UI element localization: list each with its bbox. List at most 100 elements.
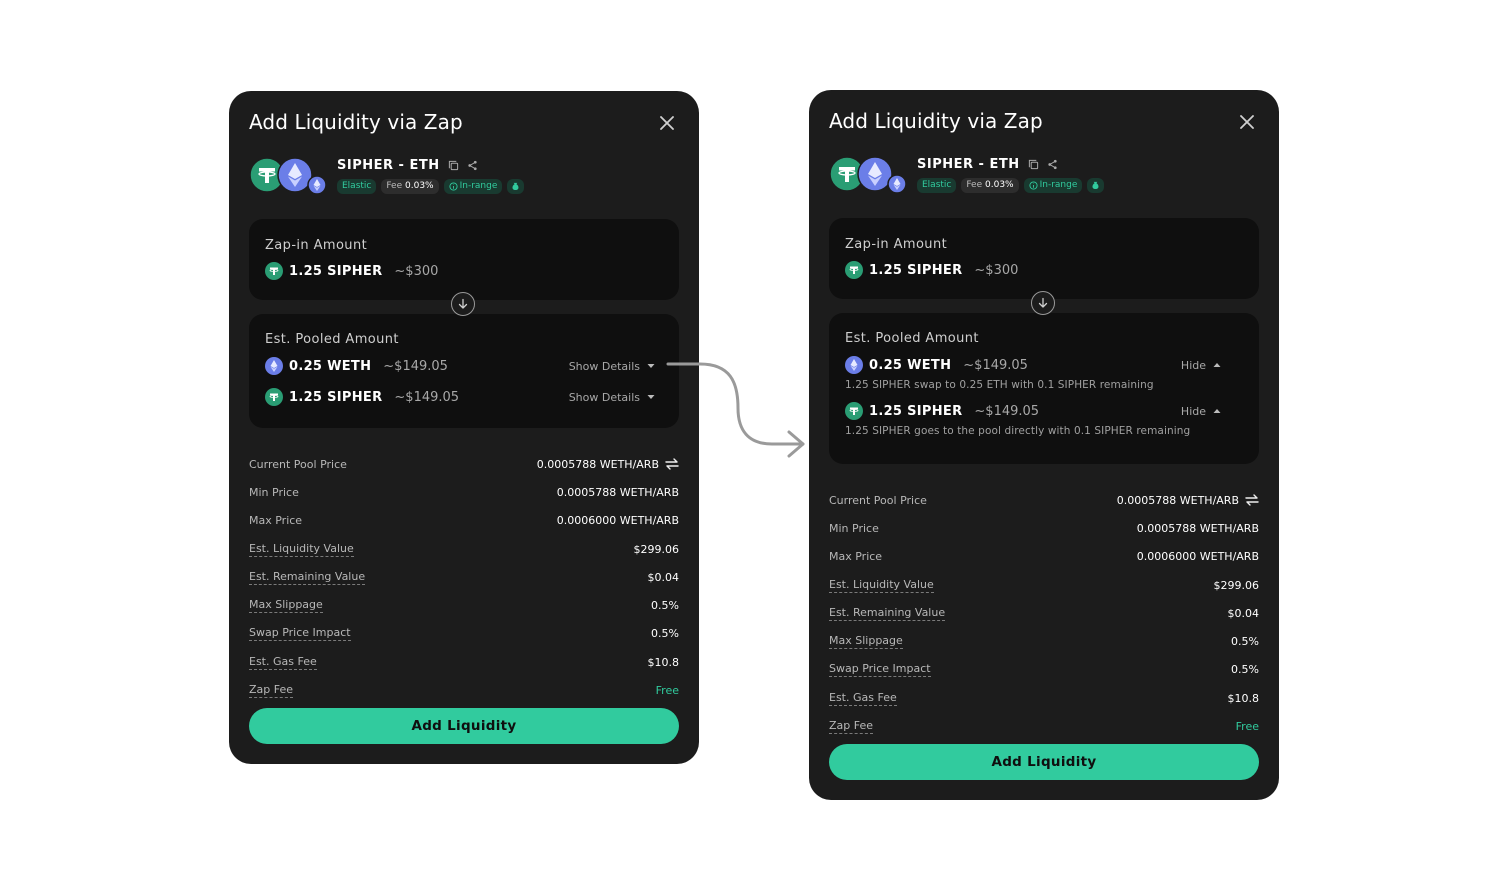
eth-network-icon [307, 175, 327, 195]
pooled-card: Est. Pooled Amount 0.25 WETH ~$149.05 Hi… [829, 313, 1259, 464]
zap-in-amount: 1.25 SIPHER [869, 262, 963, 278]
in-range-badge: In-range [443, 179, 503, 194]
zap-in-card: Zap-in Amount 1.25 SIPHER ~$300 [829, 218, 1259, 299]
sipher-icon [265, 262, 283, 280]
zap-in-usd: ~$300 [394, 263, 439, 279]
farm-badge [1087, 178, 1105, 193]
sipher-icon [845, 402, 863, 420]
pooled-row-sipher: 1.25 SIPHER ~$149.05 Show Details [265, 388, 663, 406]
caret-up-icon [1213, 409, 1221, 413]
show-details-toggle[interactable]: Show Details [569, 360, 655, 373]
pooled-label: Est. Pooled Amount [265, 332, 399, 347]
pooled-amount-weth: 0.25 WETH [869, 357, 952, 373]
info-row-remaining-value: Est. Remaining Value $0.04 [829, 605, 1259, 621]
info-list: Current Pool Price 0.0005788 WETH/ARB Mi… [829, 486, 1259, 741]
pair-name: SIPHER - ETH [917, 157, 1058, 172]
arrow-down-icon [1031, 291, 1055, 315]
farm-badge [507, 179, 525, 194]
share-icon[interactable] [1047, 159, 1058, 170]
zap-in-amount-row: 1.25 SIPHER ~$300 [265, 262, 663, 280]
swap-arrows-icon[interactable] [665, 458, 679, 470]
pooled-usd-weth: ~$149.05 [383, 358, 448, 374]
pair-badges: Elastic Fee 0.03% In-range [337, 179, 525, 194]
hide-details-toggle[interactable]: Hide [1181, 359, 1221, 372]
zap-in-label: Zap-in Amount [845, 237, 948, 252]
info-row-max-slippage: Max Slippage 0.5% [829, 634, 1259, 650]
pair-badges: Elastic Fee 0.03% In-range [917, 178, 1105, 193]
down-arrow-divider [249, 292, 679, 316]
pooled-usd-sipher: ~$149.05 [394, 389, 460, 405]
elastic-badge: Elastic [337, 179, 377, 194]
info-row-gas-fee: Est. Gas Fee $10.8 [249, 654, 679, 670]
money-bag-icon [512, 182, 519, 191]
money-bag-icon [1092, 181, 1099, 190]
info-row-max-price: Max Price 0.0006000 WETH/ARB [829, 550, 1259, 564]
zap-modal-collapsed: Add Liquidity via Zap SIPHER - ETH Elast… [229, 91, 699, 764]
share-icon[interactable] [467, 160, 478, 171]
pooled-row-sipher: 1.25 SIPHER ~$149.05 Hide [845, 402, 1243, 420]
info-row-max-slippage: Max Slippage 0.5% [249, 598, 679, 614]
pooled-amount-sipher: 1.25 SIPHER [869, 403, 963, 419]
add-liquidity-button[interactable]: Add Liquidity [829, 744, 1259, 780]
arrow-down-icon [451, 292, 475, 316]
info-row-gas-fee: Est. Gas Fee $10.8 [829, 690, 1259, 706]
fee-badge: Fee 0.03% [961, 178, 1019, 193]
modal-header: Add Liquidity via Zap [829, 90, 1259, 152]
down-arrow-divider [829, 291, 1259, 315]
close-icon[interactable] [1237, 112, 1257, 132]
modal-header: Add Liquidity via Zap [249, 91, 679, 153]
pair-name: SIPHER - ETH [337, 158, 478, 173]
info-row-max-price: Max Price 0.0006000 WETH/ARB [249, 514, 679, 528]
elastic-badge: Elastic [917, 178, 957, 193]
hide-details-toggle[interactable]: Hide [1181, 405, 1221, 418]
add-liquidity-button[interactable]: Add Liquidity [249, 708, 679, 744]
caret-up-icon [1213, 363, 1221, 367]
pooled-usd-sipher: ~$149.05 [974, 403, 1040, 419]
copy-icon[interactable] [448, 160, 459, 171]
modal-title: Add Liquidity via Zap [829, 109, 1043, 133]
fee-badge: Fee 0.03% [381, 179, 439, 194]
pair-name-text: SIPHER - ETH [917, 157, 1020, 172]
info-row-price-impact: Swap Price Impact 0.5% [829, 662, 1259, 678]
caret-down-icon [647, 364, 655, 368]
pooled-label: Est. Pooled Amount [845, 331, 979, 346]
info-row-liquidity-value: Est. Liquidity Value $299.06 [249, 541, 679, 557]
pooled-usd-weth: ~$149.05 [963, 357, 1028, 373]
caret-down-icon [647, 395, 655, 399]
zap-in-card: Zap-in Amount 1.25 SIPHER ~$300 [249, 219, 679, 300]
zap-in-usd: ~$300 [974, 262, 1019, 278]
close-icon[interactable] [657, 113, 677, 133]
modal-title: Add Liquidity via Zap [249, 110, 463, 134]
pair-token-icons [249, 157, 329, 195]
eth-icon [265, 357, 283, 375]
pooled-detail-sipher: 1.25 SIPHER goes to the pool directly wi… [845, 425, 1191, 437]
info-icon [1029, 181, 1038, 190]
pooled-amount-weth: 0.25 WETH [289, 358, 372, 374]
zap-in-label: Zap-in Amount [265, 238, 368, 253]
eth-network-icon [887, 174, 907, 194]
zap-modal-expanded: Add Liquidity via Zap SIPHER - ETH Elast… [809, 90, 1279, 800]
info-row-current-price: Current Pool Price 0.0005788 WETH/ARB [829, 486, 1259, 514]
in-range-badge: In-range [1023, 178, 1083, 193]
swap-arrows-icon[interactable] [1245, 494, 1259, 506]
zap-in-amount: 1.25 SIPHER [289, 263, 383, 279]
copy-icon[interactable] [1028, 159, 1039, 170]
pooled-amount-sipher: 1.25 SIPHER [289, 389, 383, 405]
info-row-current-price: Current Pool Price 0.0005788 WETH/ARB [249, 450, 679, 478]
pair-name-text: SIPHER - ETH [337, 158, 440, 173]
pooled-card: Est. Pooled Amount 0.25 WETH ~$149.05 Sh… [249, 314, 679, 428]
info-row-min-price: Min Price 0.0005788 WETH/ARB [249, 485, 679, 499]
info-row-liquidity-value: Est. Liquidity Value $299.06 [829, 577, 1259, 593]
info-row-min-price: Min Price 0.0005788 WETH/ARB [829, 521, 1259, 535]
info-row-zap-fee: Zap Fee Free [249, 683, 679, 699]
eth-icon [845, 356, 863, 374]
sipher-icon [265, 388, 283, 406]
info-row-remaining-value: Est. Remaining Value $0.04 [249, 569, 679, 585]
pair-token-icons [829, 156, 909, 194]
pair-info: SIPHER - ETH Elastic Fee 0.03% In-range [829, 152, 1259, 200]
info-list: Current Pool Price 0.0005788 WETH/ARB Mi… [249, 450, 679, 705]
info-row-price-impact: Swap Price Impact 0.5% [249, 626, 679, 642]
zap-in-amount-row: 1.25 SIPHER ~$300 [845, 261, 1243, 279]
show-details-toggle[interactable]: Show Details [569, 391, 655, 404]
pooled-row-weth: 0.25 WETH ~$149.05 Show Details [265, 357, 663, 375]
